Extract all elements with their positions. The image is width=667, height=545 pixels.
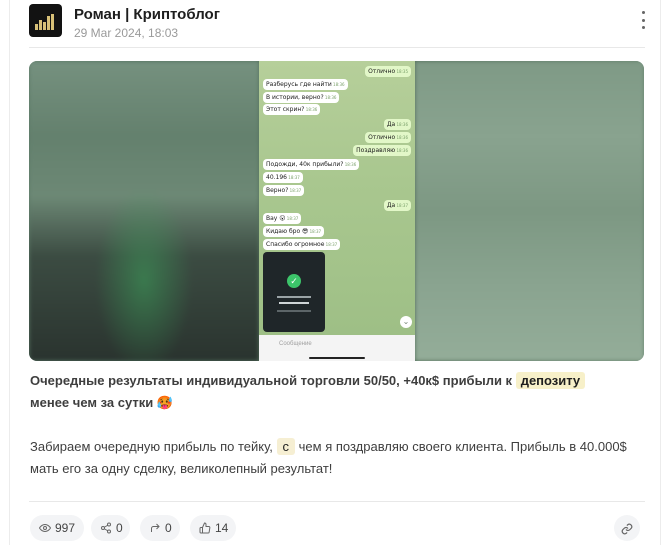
chat-message-incoming: Подожди, 40к прибыли? 18:36 [263,159,360,170]
chat-message-text: Разберусь где найти [266,81,332,88]
chat-message-text: Спасибо огромное [266,241,325,248]
chat-message-incoming: Вау 😮 18:37 [263,213,302,224]
post-body-text: Забираем очередную прибыль по тейку, [30,439,273,454]
eye-icon [39,522,51,534]
chat-message-time: 18:37 [285,216,299,221]
composer-placeholder: Сообщение [279,341,312,347]
post-actions: 997 0 0 14 [30,515,640,541]
chat-screenshot: Отлично 18:35 Разберусь где найти 18:36 В … [259,61,415,361]
chat-message-outgoing: Да 18:37 [383,200,411,211]
chat-message-incoming: Спасибо огромное 18:37 [263,239,341,250]
more-options-icon[interactable] [640,11,646,29]
scroll-down-icon: ⌄ [400,316,412,328]
chat-message-time: 18:36 [395,135,408,140]
chat-message-time: 18:37 [324,242,338,247]
chat-message-text: В истории, верно? [266,94,324,101]
footer-divider [29,501,645,502]
reposts-count: 0 [116,521,123,535]
post-title-text-2: менее чем за сутки [30,395,154,410]
post-body-highlight: с [276,438,296,455]
post-header: Роман | Криптоблог 29 Мar 2024, 18:03 [29,4,660,44]
chat-message-time: 18:37 [395,203,408,208]
chat-message-time: 18:36 [343,162,357,167]
shares-count: 0 [165,521,172,535]
header-divider [29,47,645,48]
chat-message-text: 40.196 [266,174,287,181]
chat-message-time: 18:37 [288,188,302,193]
chat-message-time: 18:36 [395,148,408,153]
home-indicator [309,357,365,359]
chat-message-text: Отлично [368,134,396,141]
chat-message-incoming: В истории, верно? 18:36 [263,92,340,103]
link-icon [621,522,633,535]
copy-link-button[interactable] [614,515,640,541]
avatar[interactable] [29,4,62,37]
chat-message-time: 18:36 [323,95,337,100]
chat-message-outgoing: Отлично 18:35 [365,66,411,77]
success-check-icon: ✓ [287,274,301,288]
chat-message-text: Да [386,202,396,209]
chat-message-time: 18:36 [331,82,345,87]
chat-message-time: 18:36 [395,122,408,127]
chat-image-message: ✓ [263,252,325,332]
post-title-text: Очередные результаты индивидуальной торг… [30,373,513,388]
forward-button[interactable]: 0 [140,515,180,541]
chat-message-text: Верно? [266,187,289,194]
chat-composer: Сообщение [259,335,415,361]
chat-message-time: 18:36 [304,107,318,112]
post-image[interactable]: Отлично 18:35 Разберусь где найти 18:36 В … [29,61,644,361]
post-title-emoji: 🥵 [156,395,174,410]
chat-message-incoming: Верно? 18:37 [263,185,305,196]
chat-message-incoming: Кидаю бро 😎 18:37 [263,226,325,237]
chat-message-time: 18:37 [287,175,300,180]
share-nodes-icon [100,522,112,534]
chat-message-text: Поздравляю [356,147,396,154]
views-count: 997 [55,521,76,535]
chat-message-time: 18:37 [308,229,322,234]
chat-message-text: Этот скрин? [266,106,305,113]
thumbs-up-icon [199,522,211,534]
post-body: Забираем очередную прибыль по тейку, с ч… [30,436,640,480]
like-button[interactable]: 14 [190,515,236,541]
forward-arrow-icon [149,522,161,534]
chat-message-text: Отлично [368,68,396,75]
chat-message-incoming: Этот скрин? 18:36 [263,104,321,115]
image-blur-left [29,61,259,361]
repost-button[interactable]: 0 [91,515,130,541]
chat-message-incoming: Разберусь где найти 18:36 [263,79,348,90]
chat-message-outgoing: Поздравляю 18:36 [353,145,411,156]
author-name[interactable]: Роман | Криптоблог [74,6,220,23]
likes-count: 14 [215,521,229,535]
image-blur-right [415,61,644,361]
post-date: 29 Мar 2024, 18:03 [74,26,179,40]
chat-message-text: Подожди, 40к прибыли? [266,161,344,168]
post-title-highlight: депозиту [515,372,586,389]
chat-message-text: Кидаю бро 😎 [266,228,309,235]
post-title: Очередные результаты индивидуальной торг… [30,370,640,414]
views-counter[interactable]: 997 [30,515,84,541]
chat-message-outgoing: Да 18:36 [383,119,411,130]
avatar-logo-icon [35,14,56,30]
chat-message-incoming: 40.196 18:37 [263,172,303,183]
chat-message-text: Да [386,121,396,128]
post-card: Роман | Криптоблог 29 Мar 2024, 18:03 От… [9,0,661,545]
chat-message-time: 18:35 [395,69,408,74]
chat-message-text: Вау 😮 [266,215,286,222]
chat-message-outgoing: Отлично 18:36 [365,132,411,143]
